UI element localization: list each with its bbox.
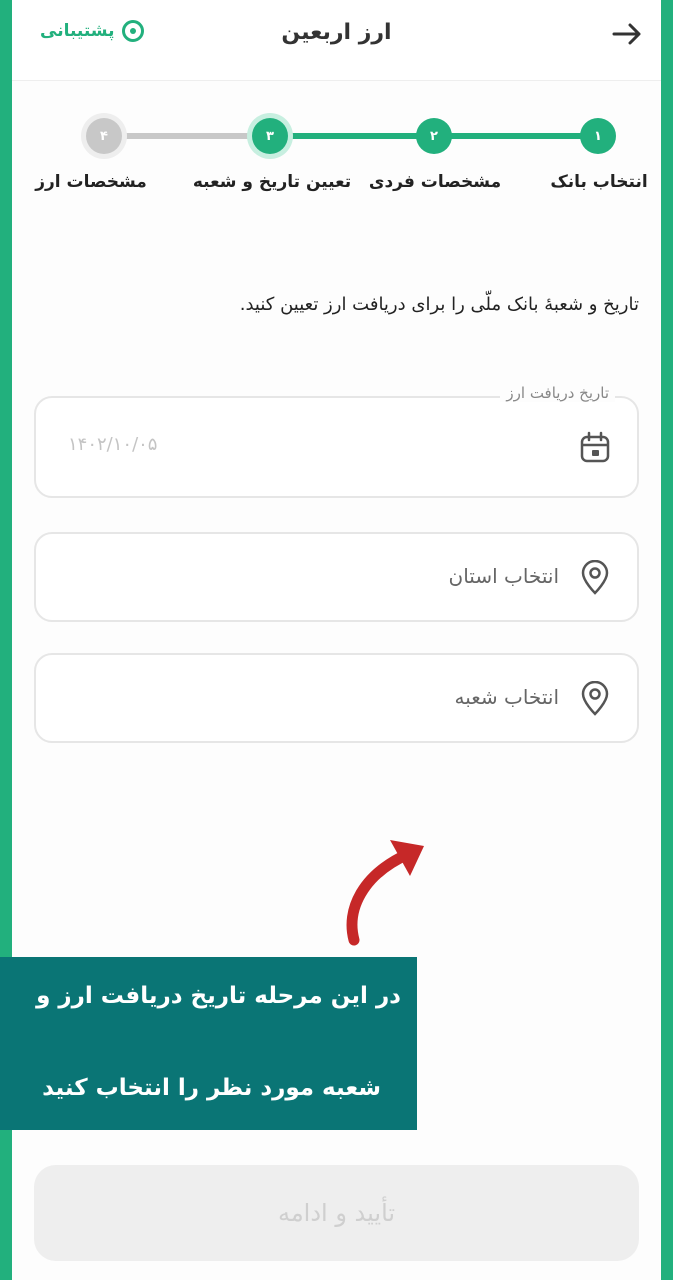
province-placeholder: انتخاب استان [448, 564, 559, 588]
support-button[interactable]: پشتیبانی [40, 20, 145, 42]
caption-line-2: شعبه مورد نظر را انتخاب کنید [42, 1075, 381, 1101]
branch-placeholder: انتخاب شعبه [454, 685, 559, 709]
step-connector-2-3 [270, 133, 430, 139]
date-field[interactable]: تاریخ دریافت ارز ۱۴۰۲/۱۰/۰۵ [34, 384, 639, 498]
location-pin-icon [581, 681, 609, 716]
step-1-label: انتخاب بانک [550, 172, 648, 192]
curved-arrow-icon [346, 840, 424, 946]
step-2-circle: ۲ [416, 118, 452, 154]
headset-icon [122, 20, 145, 42]
back-button[interactable] [609, 16, 645, 52]
step-connector-3-4 [106, 133, 276, 139]
step-3-circle: ۳ [252, 118, 288, 154]
app-header: ارز اربعین پشتیبانی [12, 0, 661, 81]
province-select[interactable]: انتخاب استان [34, 532, 639, 622]
step-1-circle: ۱ [580, 118, 616, 154]
step-3-label: تعیین تاریخ و شعبه [192, 172, 352, 192]
tutorial-caption: در این مرحله تاریخ دریافت ارز و شعبه مور… [0, 957, 417, 1130]
date-value: ۱۴۰۲/۱۰/۰۵ [68, 434, 158, 455]
step-2-label: مشخصات فردی [368, 172, 502, 192]
support-label: پشتیبانی [40, 21, 115, 41]
calendar-icon[interactable] [577, 430, 613, 466]
instruction-text: تاریخ و شعبهٔ بانک ملّی را برای دریافت ا… [239, 294, 639, 315]
step-4-label: مشخصات ارز [35, 172, 147, 192]
date-field-label: تاریخ دریافت ارز [500, 384, 615, 402]
branch-select[interactable]: انتخاب شعبه [34, 653, 639, 743]
caption-line-1: در این مرحله تاریخ دریافت ارز و [36, 983, 401, 1009]
step-4-circle: ۴ [86, 118, 122, 154]
progress-stepper: ۱ انتخاب بانک ۲ مشخصات فردی ۳ تعیین تاری… [12, 110, 661, 240]
location-pin-icon [581, 560, 609, 595]
confirm-continue-button[interactable]: تأیید و ادامه [34, 1165, 639, 1261]
arrow-right-icon [612, 23, 641, 45]
page-title: ارز اربعین [281, 20, 392, 45]
